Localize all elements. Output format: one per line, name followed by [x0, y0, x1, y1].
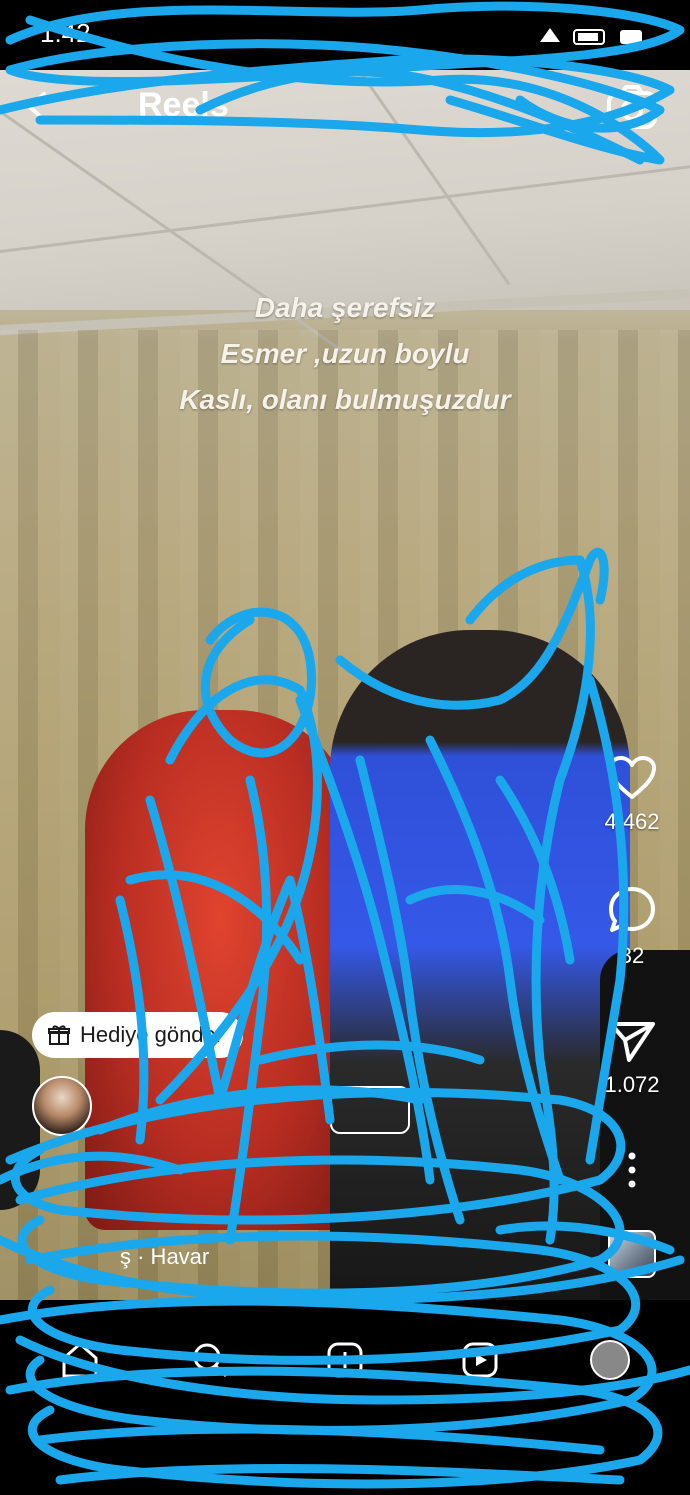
like-count: 4.462	[604, 809, 660, 834]
more-icon[interactable]	[620, 1150, 644, 1190]
status-icons	[540, 28, 642, 45]
back-arrow-icon[interactable]	[22, 90, 56, 124]
camera-icon[interactable]	[606, 84, 658, 130]
share-action[interactable]: 1.072	[602, 1018, 662, 1098]
gift-button[interactable]: Hediye gönder	[32, 1012, 244, 1058]
status-bar: 1:42	[0, 0, 690, 70]
reels-header	[0, 70, 690, 150]
search-icon[interactable]	[190, 1340, 230, 1380]
heart-icon[interactable]	[607, 755, 657, 801]
gift-icon	[48, 1025, 70, 1045]
caption-line-1: Daha şerefsiz	[254, 292, 436, 323]
dark-object	[0, 1030, 40, 1210]
caption-line-3: Kaslı, olanı bulmuşuzdur	[179, 384, 511, 415]
home-icon[interactable]	[60, 1340, 100, 1380]
comment-action[interactable]: 32	[602, 885, 662, 969]
status-time: 1:42	[40, 18, 91, 48]
person-red-top	[85, 710, 355, 1230]
create-icon[interactable]	[325, 1340, 365, 1380]
bottom-navigation	[0, 1300, 690, 1495]
audio-thumbnail[interactable]	[608, 1230, 656, 1278]
reels-screen: Daha şerefsiz Esmer ,uzun boylu Kaslı, o…	[0, 0, 690, 1495]
caption-line-2: Esmer ,uzun boylu	[220, 338, 470, 369]
comment-count: 32	[619, 943, 645, 968]
like-action[interactable]: 4.462	[602, 755, 662, 835]
page-title: Reels	[138, 86, 229, 124]
audio-label: ş · Havar	[120, 1244, 210, 1269]
profile-avatar[interactable]	[590, 1340, 630, 1380]
audio-row[interactable]: ş · Havar	[40, 1240, 540, 1274]
gift-label: Hediye gönder	[80, 1022, 224, 1047]
reels-icon[interactable]	[460, 1340, 500, 1380]
share-count: 1.072	[604, 1072, 660, 1097]
comment-icon[interactable]	[607, 885, 657, 935]
person-blue-top	[330, 630, 630, 1300]
avatar[interactable]	[32, 1076, 92, 1136]
follow-button[interactable]	[330, 1086, 410, 1134]
send-icon[interactable]	[607, 1018, 657, 1064]
